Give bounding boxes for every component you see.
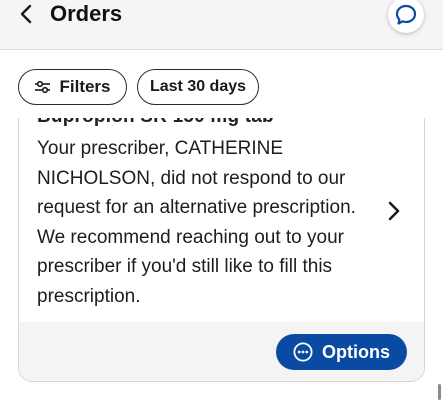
date-range-button[interactable]: Last 30 days <box>137 69 259 105</box>
back-button[interactable] <box>14 2 38 26</box>
chat-button[interactable] <box>388 0 424 33</box>
order-status-message: Your prescriber, CATHERINE NICHOLSON, di… <box>37 138 356 307</box>
page-title: Orders <box>50 1 123 26</box>
order-card[interactable]: Bupropion SR 150 mg tab Your prescriber,… <box>18 118 425 382</box>
medication-title: Bupropion SR 150 mg tab <box>37 118 274 128</box>
chevron-right-icon <box>388 201 400 221</box>
sliders-icon <box>35 80 51 94</box>
filters-bar: Filters Last 30 days <box>0 50 443 118</box>
filters-button[interactable]: Filters <box>18 69 127 105</box>
filters-label: Filters <box>59 77 111 96</box>
open-order-button[interactable] <box>382 198 406 224</box>
card-footer: Options <box>19 322 424 381</box>
options-label: Options <box>322 341 390 362</box>
app-header: Orders <box>0 0 443 50</box>
chat-bubble-icon <box>395 4 417 25</box>
scrollbar[interactable] <box>438 384 441 400</box>
options-button[interactable]: Options <box>276 334 407 370</box>
date-range-label: Last 30 days <box>149 78 247 95</box>
dots-icon <box>293 342 313 362</box>
chevron-left-icon <box>20 4 32 24</box>
